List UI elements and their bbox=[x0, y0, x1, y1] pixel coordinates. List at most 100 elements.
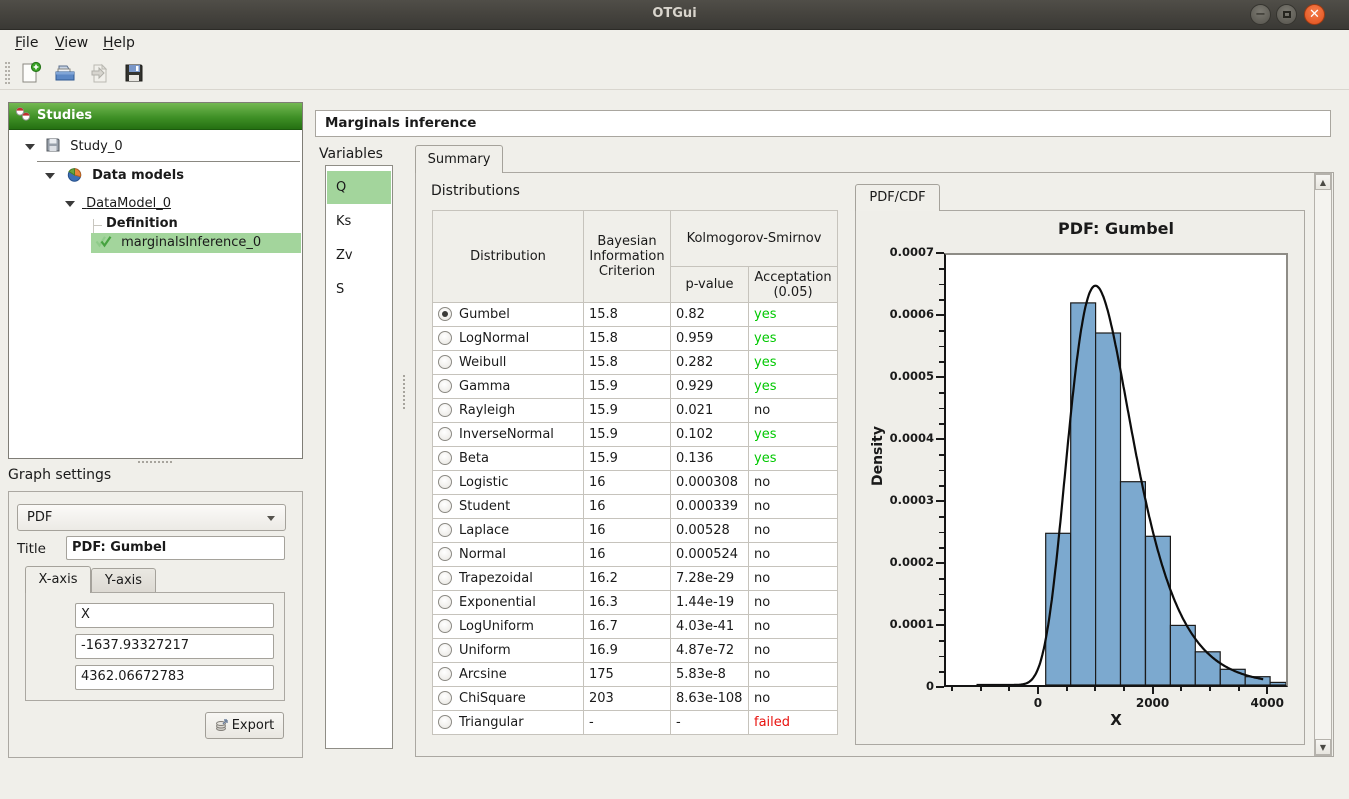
scroll-down-icon[interactable]: ▼ bbox=[1315, 739, 1331, 755]
tab-x-axis[interactable]: X-axis bbox=[25, 566, 91, 593]
distribution-radio[interactable] bbox=[438, 379, 452, 393]
distribution-radio[interactable] bbox=[438, 619, 452, 633]
distribution-row-beta[interactable]: Beta15.90.136yes bbox=[433, 447, 838, 471]
bic-value: 16.3 bbox=[584, 591, 671, 615]
tree-item-study-0[interactable]: Study_0 bbox=[25, 136, 123, 158]
new-study-button[interactable] bbox=[16, 60, 44, 86]
x-title-input[interactable]: X bbox=[75, 603, 274, 628]
y-minor-tick bbox=[939, 392, 944, 394]
distribution-row-inversenormal[interactable]: InverseNormal15.90.102yes bbox=[433, 423, 838, 447]
distribution-radio[interactable] bbox=[438, 547, 452, 561]
distribution-row-laplace[interactable]: Laplace160.00528no bbox=[433, 519, 838, 543]
distribution-radio[interactable] bbox=[438, 499, 452, 513]
col-header-bic[interactable]: Bayesian Information Criterion bbox=[584, 211, 671, 303]
horizontal-splitter-handle[interactable] bbox=[138, 461, 172, 464]
check-icon bbox=[95, 235, 112, 248]
scroll-up-icon[interactable]: ▲ bbox=[1315, 174, 1331, 190]
variable-item-zv[interactable]: Zv bbox=[327, 239, 391, 272]
distribution-row-triangular[interactable]: Triangular--failed bbox=[433, 711, 838, 735]
distribution-row-logistic[interactable]: Logistic160.000308no bbox=[433, 471, 838, 495]
tab-summary[interactable]: Summary bbox=[415, 145, 503, 173]
distribution-radio[interactable] bbox=[438, 643, 452, 657]
distribution-radio[interactable] bbox=[438, 667, 452, 681]
y-major-tick bbox=[936, 376, 944, 378]
tree-item-marginals-inference[interactable]: marginalsInference_0 bbox=[91, 233, 301, 253]
x-max-input[interactable]: 4362.06672783 bbox=[75, 665, 274, 690]
distribution-radio[interactable] bbox=[438, 571, 452, 585]
y-minor-tick bbox=[939, 578, 944, 580]
tree-item-definition[interactable]: Definition bbox=[106, 214, 178, 234]
distribution-row-uniform[interactable]: Uniform16.94.87e-72no bbox=[433, 639, 838, 663]
distribution-radio[interactable] bbox=[438, 715, 452, 729]
y-minor-tick bbox=[939, 485, 944, 487]
distribution-row-arcsine[interactable]: Arcsine1755.83e-8no bbox=[433, 663, 838, 687]
minimize-button[interactable]: − bbox=[1250, 4, 1271, 25]
distribution-row-gumbel[interactable]: Gumbel15.80.82yes bbox=[433, 303, 838, 327]
maximize-button[interactable] bbox=[1276, 4, 1297, 25]
distribution-row-normal[interactable]: Normal160.000524no bbox=[433, 543, 838, 567]
distribution-radio[interactable] bbox=[438, 403, 452, 417]
open-folder-icon bbox=[51, 61, 79, 85]
distribution-radio[interactable] bbox=[438, 307, 452, 321]
plot-type-combobox[interactable]: PDF bbox=[17, 504, 286, 531]
p-value: 1.44e-19 bbox=[671, 591, 749, 615]
menu-view[interactable]: View bbox=[48, 33, 95, 54]
y-minor-tick bbox=[939, 361, 944, 363]
distribution-row-trapezoidal[interactable]: Trapezoidal16.27.28e-29no bbox=[433, 567, 838, 591]
distribution-row-gamma[interactable]: Gamma15.90.929yes bbox=[433, 375, 838, 399]
expand-arrow-icon[interactable] bbox=[25, 144, 35, 150]
x-tick-label: 4000 bbox=[1237, 696, 1297, 710]
distribution-radio[interactable] bbox=[438, 451, 452, 465]
distribution-row-weibull[interactable]: Weibull15.80.282yes bbox=[433, 351, 838, 375]
vertical-splitter-handle[interactable] bbox=[403, 375, 406, 409]
menu-help[interactable]: Help bbox=[96, 33, 142, 54]
import-script-button[interactable] bbox=[86, 60, 114, 86]
distribution-row-loguniform[interactable]: LogUniform16.74.03e-41no bbox=[433, 615, 838, 639]
distribution-row-lognormal[interactable]: LogNormal15.80.959yes bbox=[433, 327, 838, 351]
distribution-row-exponential[interactable]: Exponential16.31.44e-19no bbox=[433, 591, 838, 615]
export-button[interactable]: Export bbox=[205, 712, 284, 739]
close-button[interactable]: ✕ bbox=[1304, 4, 1325, 25]
distribution-radio[interactable] bbox=[438, 331, 452, 345]
pdf-chart[interactable]: PDF: Gumbel Density X 0.00070.00060.0005… bbox=[855, 210, 1305, 745]
variable-item-s[interactable]: S bbox=[327, 273, 391, 306]
col-header-acceptation[interactable]: Acceptation (0.05) bbox=[749, 267, 838, 303]
x-minor-tick bbox=[1094, 687, 1096, 691]
menu-file[interactable]: File bbox=[8, 33, 45, 54]
open-study-button[interactable] bbox=[51, 60, 79, 86]
distribution-radio[interactable] bbox=[438, 691, 452, 705]
distribution-row-rayleigh[interactable]: Rayleigh15.90.021no bbox=[433, 399, 838, 423]
distribution-radio[interactable] bbox=[438, 427, 452, 441]
distribution-radio[interactable] bbox=[438, 595, 452, 609]
tab-pdf-cdf[interactable]: PDF/CDF bbox=[855, 184, 940, 211]
graph-title-input[interactable]: PDF: Gumbel bbox=[66, 536, 285, 560]
distribution-row-student[interactable]: Student160.000339no bbox=[433, 495, 838, 519]
distribution-radio[interactable] bbox=[438, 523, 452, 537]
tab-y-axis[interactable]: Y-axis bbox=[91, 568, 156, 593]
bic-value: 175 bbox=[584, 663, 671, 687]
title-bar[interactable]: OTGui − ✕ bbox=[0, 0, 1349, 30]
variables-label: Variables bbox=[319, 146, 383, 162]
distribution-radio[interactable] bbox=[438, 475, 452, 489]
variable-item-ks[interactable]: Ks bbox=[327, 205, 391, 238]
bic-value: 16 bbox=[584, 543, 671, 567]
toolbar-drag-handle[interactable] bbox=[5, 62, 10, 84]
expand-arrow-icon[interactable] bbox=[65, 201, 75, 207]
vertical-scrollbar[interactable]: ▲ ▼ bbox=[1314, 173, 1332, 756]
bic-value: 16.7 bbox=[584, 615, 671, 639]
distribution-radio[interactable] bbox=[438, 355, 452, 369]
col-header-p-value[interactable]: p-value bbox=[671, 267, 749, 303]
save-study-button[interactable] bbox=[120, 60, 148, 86]
x-min-input[interactable]: -1637.93327217 bbox=[75, 634, 274, 659]
tree-item-datamodel-0[interactable]: DataModel_0 bbox=[65, 193, 171, 215]
x-major-tick bbox=[1037, 687, 1039, 694]
col-header-distribution[interactable]: Distribution bbox=[433, 211, 584, 303]
variable-item-q[interactable]: Q bbox=[327, 171, 391, 204]
col-header-ks[interactable]: Kolmogorov-Smirnov bbox=[671, 211, 838, 267]
tree-item-data-models[interactable]: Data models bbox=[45, 165, 184, 187]
distribution-row-chisquare[interactable]: ChiSquare2038.63e-108no bbox=[433, 687, 838, 711]
p-value: 0.000308 bbox=[671, 471, 749, 495]
bic-value: 15.8 bbox=[584, 303, 671, 327]
expand-arrow-icon[interactable] bbox=[45, 173, 55, 179]
y-minor-tick bbox=[939, 594, 944, 596]
